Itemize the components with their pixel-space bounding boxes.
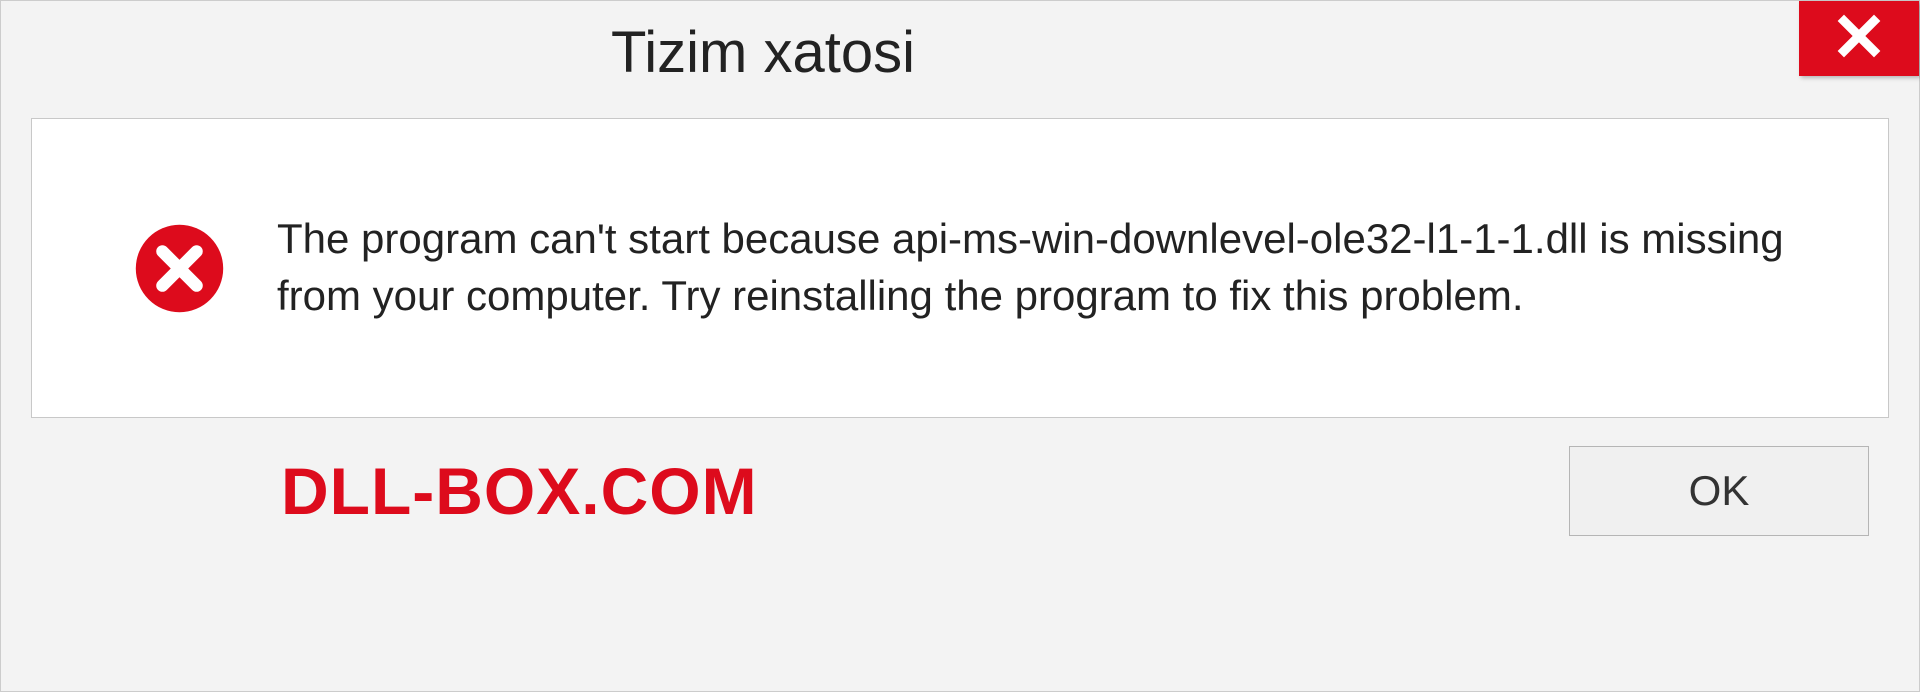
dialog-footer: DLL-BOX.COM OK — [1, 418, 1919, 536]
ok-button[interactable]: OK — [1569, 446, 1869, 536]
dialog-title: Tizim xatosi — [1, 1, 915, 86]
watermark-text: DLL-BOX.COM — [41, 453, 758, 529]
error-message: The program can't start because api-ms-w… — [277, 211, 1828, 324]
dialog-content: The program can't start because api-ms-w… — [31, 118, 1889, 418]
close-icon — [1834, 11, 1884, 66]
error-icon — [132, 221, 227, 316]
close-button[interactable] — [1799, 1, 1919, 76]
ok-button-label: OK — [1689, 467, 1750, 515]
dialog-titlebar: Tizim xatosi — [1, 1, 1919, 86]
